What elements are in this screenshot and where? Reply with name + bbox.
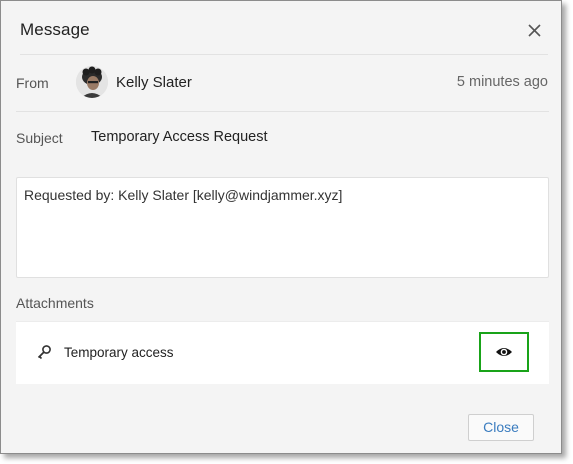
from-label: From — [16, 75, 49, 91]
subject-label: Subject — [16, 130, 63, 146]
attachment-name: Temporary access — [64, 345, 174, 360]
sender-name: Kelly Slater — [116, 74, 192, 91]
subject-value: Temporary Access Request — [91, 129, 268, 145]
key-icon — [36, 344, 52, 360]
attachments-label: Attachments — [16, 295, 94, 311]
message-body: Requested by: Kelly Slater [kelly@windja… — [16, 177, 549, 278]
dialog-title: Message — [20, 20, 90, 39]
divider — [16, 111, 549, 112]
attachment-row: Temporary access — [16, 321, 549, 384]
close-button[interactable]: Close — [468, 414, 534, 441]
close-icon[interactable] — [524, 20, 546, 42]
message-dialog: Message From Kelly Slater 5 minutes ago … — [0, 0, 562, 454]
message-body-text: Requested by: Kelly Slater [kelly@windja… — [24, 187, 343, 203]
view-attachment-button[interactable] — [479, 332, 529, 372]
timestamp: 5 minutes ago — [456, 74, 548, 90]
avatar — [76, 66, 108, 98]
divider — [20, 54, 548, 55]
